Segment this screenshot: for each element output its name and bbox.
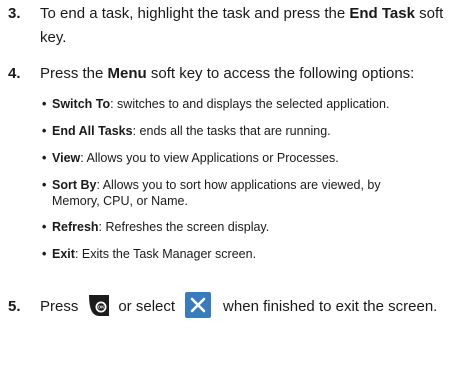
bullet: • — [42, 124, 47, 138]
option-item: • End All Tasks: ends all the tasks that… — [42, 123, 450, 139]
option-desc: : Allows you to sort how applications ar… — [52, 178, 381, 208]
step-4: 4. Press the Menu soft key to access the… — [8, 62, 454, 86]
step-5-text-a: Press — [40, 298, 79, 315]
option-desc: : ends all the tasks that are running. — [132, 124, 331, 138]
option-term: End All Tasks — [52, 124, 133, 138]
option-desc: : switches to and displays the selected … — [110, 97, 390, 111]
option-text: Refresh: Refreshes the screen display. — [52, 219, 450, 235]
step-4-text-a: Press the — [40, 65, 108, 82]
step-3-text-a: To end a task, highlight the task and pr… — [40, 5, 350, 22]
option-desc: : Allows you to view Applications or Pro… — [80, 151, 339, 165]
end-task-label: End Task — [349, 5, 415, 22]
option-text: End All Tasks: ends all the tasks that a… — [52, 123, 450, 139]
option-text: Exit: Exits the Task Manager screen. — [52, 246, 450, 262]
step-text: Press OK or select when finished to exit th… — [40, 292, 454, 322]
option-term: Sort By — [52, 178, 97, 192]
svg-text:OK: OK — [98, 305, 106, 310]
bullet: • — [42, 178, 47, 192]
bullet: • — [42, 220, 47, 234]
close-x-icon — [185, 292, 212, 319]
step-number: 3. — [8, 5, 21, 22]
option-item: • View: Allows you to view Applications … — [42, 150, 450, 166]
step-5: 5. Press OK or select when finished to exit… — [8, 292, 454, 322]
option-text: Switch To: switches to and displays the … — [52, 96, 450, 112]
bullet: • — [42, 247, 47, 261]
option-text: Sort By: Allows you to sort how applicat… — [52, 177, 422, 209]
step-3: 3. To end a task, highlight the task and… — [8, 2, 454, 50]
option-item: • Sort By: Allows you to sort how applic… — [42, 177, 422, 209]
option-term: Exit — [52, 247, 75, 261]
menu-label: Menu — [107, 65, 147, 82]
option-desc: : Refreshes the screen display. — [98, 220, 270, 234]
option-item: • Refresh: Refreshes the screen display. — [42, 219, 450, 235]
step-number: 5. — [8, 298, 21, 315]
step-text: To end a task, highlight the task and pr… — [40, 2, 454, 50]
option-term: Refresh — [52, 220, 99, 234]
step-text: Press the Menu soft key to access the fo… — [40, 62, 454, 86]
step-5-text-b: or select — [118, 298, 176, 315]
bullet: • — [42, 97, 47, 111]
ok-key-icon: OK — [86, 292, 112, 318]
step-5-text-c: when finished to exit the screen. — [223, 298, 438, 315]
option-text: View: Allows you to view Applications or… — [52, 150, 450, 166]
option-desc: : Exits the Task Manager screen. — [74, 247, 257, 261]
option-term: Switch To — [52, 97, 111, 111]
step-number: 4. — [8, 65, 21, 82]
option-item: • Switch To: switches to and displays th… — [42, 96, 450, 112]
step-4-text-b: soft key to access the following options… — [146, 65, 415, 82]
option-item: • Exit: Exits the Task Manager screen. — [42, 246, 450, 262]
option-term: View — [52, 151, 81, 165]
bullet: • — [42, 151, 47, 165]
